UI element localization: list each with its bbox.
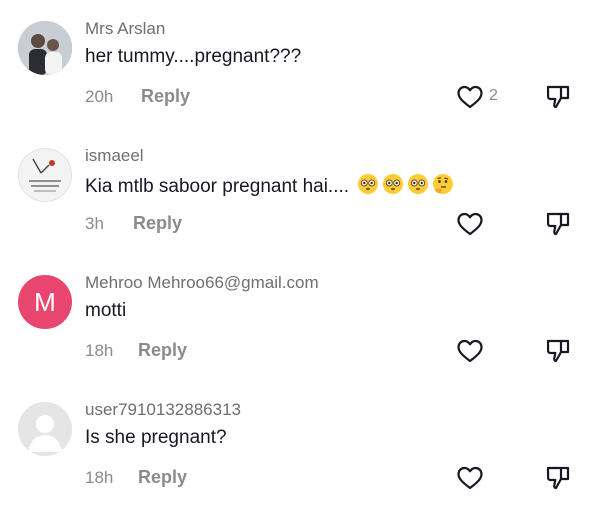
comment-text: Is she pregnant?	[85, 427, 227, 448]
heart-outline-icon[interactable]	[457, 466, 483, 490]
reply-button[interactable]: Reply	[138, 340, 187, 361]
comment-item: ismaeel Kia mtlb saboor pregnant hai....…	[0, 127, 590, 254]
avatar[interactable]: M	[18, 275, 72, 329]
default-user-icon	[18, 402, 72, 456]
thinking-face-icon	[432, 173, 454, 201]
heart-outline-icon[interactable]	[457, 339, 483, 363]
comment-username[interactable]: Mehroo Mehroo66@gmail.com	[85, 273, 319, 293]
comment-text-body: Kia mtlb saboor pregnant hai....	[85, 176, 350, 197]
thumbs-down-outline-icon[interactable]	[545, 338, 571, 364]
comment-username[interactable]: ismaeel	[85, 146, 144, 166]
comment-username[interactable]: user7910132886313	[85, 400, 241, 420]
comment-text: motti	[85, 300, 127, 321]
reply-button[interactable]: Reply	[141, 86, 190, 107]
comment-timestamp: 18h	[85, 341, 114, 360]
sketch-logo-icon	[19, 149, 71, 201]
comment-item: Mrs Arslan her tummy....pregnant??? 20h …	[0, 0, 590, 127]
comment-item: M Mehroo Mehroo66@gmail.com motti 18h Re…	[0, 254, 590, 381]
comment-timestamp: 3h	[85, 214, 104, 233]
avatar-letter: M	[34, 286, 56, 317]
reply-button[interactable]: Reply	[138, 467, 187, 488]
comment-timestamp: 18h	[85, 468, 114, 487]
thumbs-down-outline-icon[interactable]	[545, 465, 571, 491]
comment-text: Kia mtlb saboor pregnant hai....	[85, 173, 454, 201]
flushed-face-icon	[382, 173, 404, 201]
avatar[interactable]	[18, 148, 72, 202]
heart-outline-icon[interactable]	[457, 212, 483, 236]
comment-item: user7910132886313 Is she pregnant? 18h R…	[0, 381, 590, 508]
comment-timestamp: 20h	[85, 87, 114, 106]
thumbs-down-outline-icon[interactable]	[545, 211, 571, 237]
heart-outline-icon[interactable]	[457, 85, 483, 109]
like-count: 2	[489, 87, 498, 104]
comment-username[interactable]: Mrs Arslan	[85, 19, 165, 39]
thumbs-down-outline-icon[interactable]	[545, 84, 571, 110]
flushed-face-icon	[357, 173, 379, 201]
avatar[interactable]	[18, 21, 72, 75]
comment-text: her tummy....pregnant???	[85, 46, 302, 67]
avatar[interactable]	[18, 402, 72, 456]
reply-button[interactable]: Reply	[133, 213, 182, 234]
flushed-face-icon	[407, 173, 429, 201]
user-photo-icon	[18, 21, 72, 75]
